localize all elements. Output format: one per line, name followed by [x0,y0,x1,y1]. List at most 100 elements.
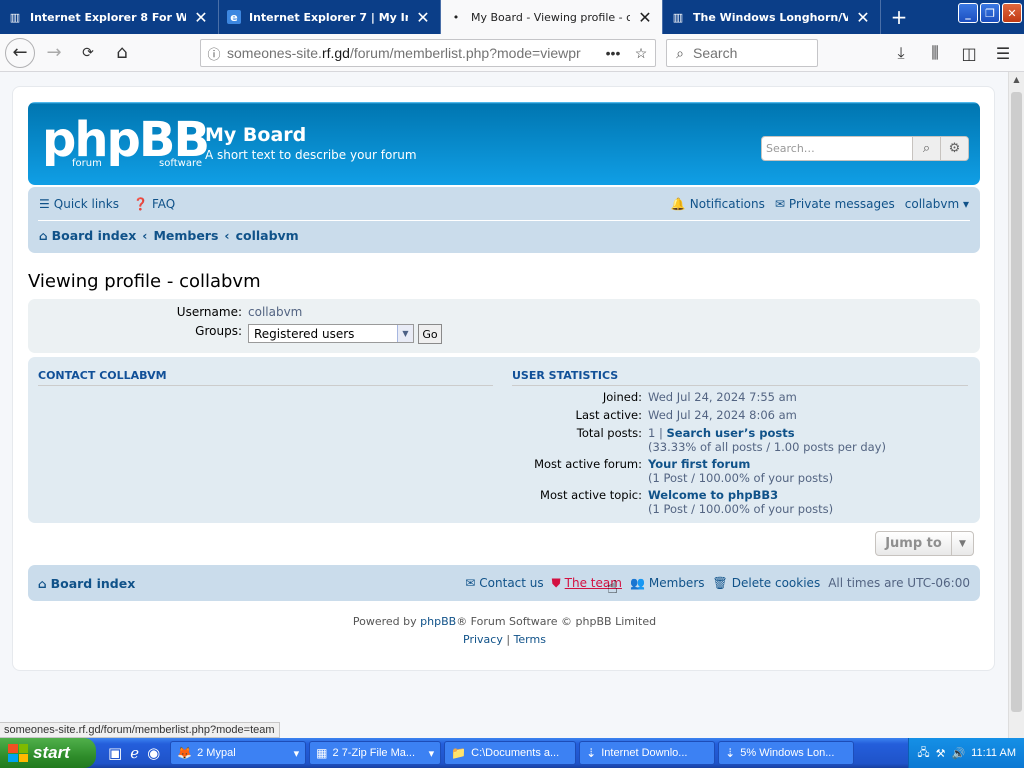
library-icon[interactable]: ⫼ [920,38,950,68]
question-icon: ❓ [133,197,148,211]
stat-active-forum: Most active forum: Your first forum (1 P… [534,457,834,485]
forward-button[interactable]: → [39,38,69,68]
site-description: My Board A short text to describe your f… [205,124,417,162]
url-text[interactable]: someones-site.rf.gd/forum/memberlist.php… [227,45,599,61]
system-tray: 🖧 ⚒ 🔊 11:11 AM [908,738,1024,768]
site-tagline: A short text to describe your forum [205,148,417,162]
jump-to-label: Jump to [885,536,942,551]
phpbb-link[interactable]: phpBB [420,615,456,628]
download-icon[interactable]: ⤓ [886,38,916,68]
page-viewport: phpBB forum software My Board A short tex… [0,72,1008,722]
close-tab-icon[interactable]: ✕ [856,8,870,27]
info-icon[interactable]: ⓘ [201,44,227,63]
archive-icon: ▥ [672,10,684,24]
footer-navbar: ⌂ Board index ✉ Contact us ⛊ The team 👥 Memb… [28,565,980,601]
envelope-icon: ✉ [465,575,476,590]
back-button[interactable]: ← [5,37,35,68]
home-icon: ⌂ [38,576,47,591]
home-button[interactable]: ⌂ [107,38,137,68]
close-tab-icon[interactable]: ✕ [638,8,652,27]
username-label: Username: [176,305,242,319]
browser-tab-myboard[interactable]: • My Board - Viewing profile - collab ✕ [441,0,663,34]
taskbar-item-documents[interactable]: 📁 C:\Documents a... [444,741,577,765]
quick-launch: ▣ ℯ ◉ [108,744,160,762]
tab-label: The Windows Longhorn/Vista Arc [693,10,848,24]
user-menu[interactable]: collabvm ▾ [905,197,969,211]
gear-icon: ⚙ [948,141,961,156]
advanced-search-button[interactable]: ⚙ [940,137,968,160]
search-user-posts-link[interactable]: Search user’s posts [667,426,795,440]
browser-tab-longhorn[interactable]: ▥ The Windows Longhorn/Vista Arc ✕ [663,0,881,34]
page-actions-icon[interactable]: ••• [599,45,627,61]
stat-joined: Joined: Wed Jul 24, 2024 7:55 am [602,390,797,404]
show-desktop-icon[interactable]: ▣ [108,744,122,762]
footer-board-index[interactable]: ⌂ Board index [38,576,135,591]
browser-search-input[interactable]: ⌕ Search [666,39,818,67]
breadcrumb-user[interactable]: collabvm [236,228,299,243]
new-tab-button[interactable]: + [881,0,917,34]
faq-link[interactable]: ❓ FAQ [133,197,175,211]
notifications-link[interactable]: 🔔 Notifications [671,197,765,211]
stat-total-posts: Total posts: 1 | Search user’s posts (33… [576,426,886,454]
breadcrumb-board-index[interactable]: ⌂ Board index [39,228,136,243]
privacy-link[interactable]: Privacy [463,633,503,646]
volume-icon[interactable]: 🔊 [951,747,965,760]
quick-links-menu[interactable]: ☰ Quick links [39,197,119,211]
url-bar[interactable]: ⓘ someones-site.rf.gd/forum/memberlist.p… [200,39,656,67]
search-icon: ⌕ [922,141,931,156]
active-topic-link[interactable]: Welcome to phpBB3 [648,488,778,502]
shield-icon: ⛊ [551,575,561,590]
tab-label: Internet Explorer 8 For Windows [30,10,186,24]
ie-icon[interactable]: ℯ [130,744,139,762]
taskbar-item-7zip[interactable]: ▦ 2 7-Zip File Ma... ▾ [309,741,442,765]
close-window-button[interactable]: ✕ [1002,3,1022,23]
minimize-button[interactable]: _ [958,3,978,23]
search-icon: ⌕ [676,44,684,61]
menu-icon[interactable]: ☰ [988,38,1018,68]
page-title: Viewing profile - collabvm [28,271,261,292]
delete-cookies-link[interactable]: 🗑 Delete cookies [713,576,821,591]
media-player-icon[interactable]: ◉ [147,744,160,762]
jump-to-dropdown[interactable]: Jump to ▼ [875,531,974,556]
timezone-text: All times are UTC-06:00 [828,575,970,590]
bars-icon: ☰ [39,197,50,211]
ie-icon: e [227,10,241,24]
taskbar-item-longhorn[interactable]: ⇣ 5% Windows Lon... [718,741,855,765]
logo-subtext: forum software [72,158,202,169]
scroll-thumb[interactable] [1011,92,1022,712]
page-scrollbar[interactable]: ▲ [1008,72,1024,738]
stat-active-topic: Most active topic: Welcome to phpBB3 (1 … [540,488,834,516]
phpbb-logo[interactable]: phpBB forum software [42,116,210,170]
reload-button[interactable]: ⟳ [73,38,103,68]
close-tab-icon[interactable]: ✕ [416,8,430,27]
groups-select[interactable]: Registered users ▼ [248,324,414,343]
clock[interactable]: 11:11 AM [971,747,1016,759]
close-tab-icon[interactable]: ✕ [194,8,208,27]
tool-icon[interactable]: ⚒ [936,747,946,760]
start-button[interactable]: start [0,738,96,768]
bookmark-star-icon[interactable]: ☆ [627,45,655,62]
private-messages-link[interactable]: ✉ Private messages [775,197,895,211]
maximize-button[interactable]: ❐ [980,3,1000,23]
terms-link[interactable]: Terms [514,633,546,646]
browser-tab-ie8[interactable]: ▥ Internet Explorer 8 For Windows ✕ [0,0,219,34]
divider [38,220,970,221]
forum-wrap: phpBB forum software My Board A short tex… [12,86,995,671]
browser-tab-ie7[interactable]: e Internet Explorer 7 | My Internet ✕ [219,0,441,34]
network-icon[interactable]: 🖧 [917,744,929,763]
forum-search-input[interactable]: Search… [762,137,912,160]
members-link[interactable]: 👥 Members [630,576,705,591]
toolbar-right: ⤓ ⫼ ◫ ☰ [882,38,1018,68]
breadcrumb-members[interactable]: Members [153,228,218,243]
active-forum-link[interactable]: Your first forum [648,457,750,471]
sidebar-icon[interactable]: ◫ [954,38,984,68]
caret-down-icon: ▾ [428,747,435,760]
contact-us-link[interactable]: ✉ Contact us [465,576,543,591]
browser-icon: 🦊 [177,746,193,760]
download-icon: ⇣ [586,746,597,760]
scroll-up-icon[interactable]: ▲ [1009,72,1024,88]
taskbar-item-mypal[interactable]: 🦊 2 Mypal ▾ [170,741,307,765]
go-button[interactable]: Go [418,324,442,344]
search-button[interactable]: ⌕ [912,137,940,160]
taskbar-item-download[interactable]: ⇣ Internet Downlo... [579,741,716,765]
